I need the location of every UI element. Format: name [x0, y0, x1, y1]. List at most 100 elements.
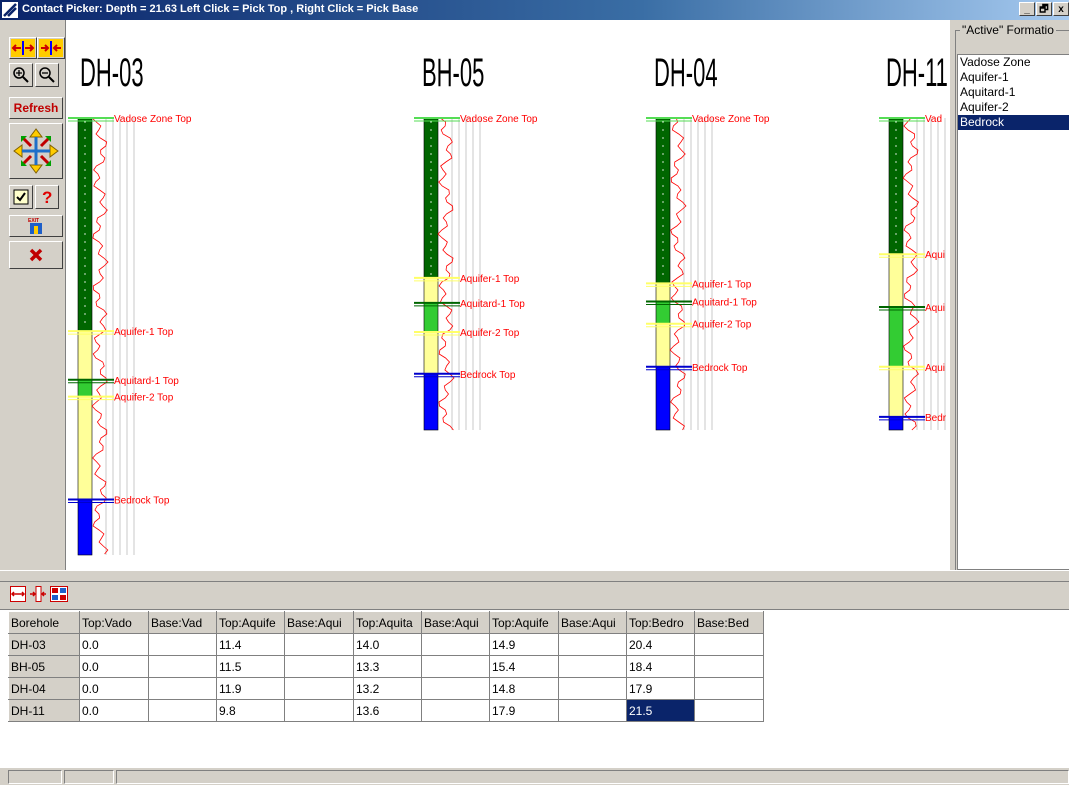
minimize-button[interactable]: _: [1019, 2, 1035, 16]
grid-cell[interactable]: 0.0: [79, 655, 149, 678]
pick-label[interactable]: Aquifer-2 Top: [460, 328, 520, 339]
grid-cell[interactable]: [694, 699, 764, 722]
exit-button[interactable]: EXIT: [9, 215, 63, 237]
pick-label[interactable]: Aqui: [925, 363, 945, 374]
pick-label[interactable]: Aquifer-2 Top: [692, 320, 752, 331]
cancel-button[interactable]: [9, 241, 63, 269]
grid-cell[interactable]: [694, 655, 764, 678]
grid-row-header[interactable]: BH-05: [8, 655, 80, 678]
insert-column-button[interactable]: [30, 586, 46, 602]
grid-cell[interactable]: [284, 699, 354, 722]
grid-cell[interactable]: 14.8: [489, 677, 559, 700]
grid-cell[interactable]: [558, 699, 627, 722]
formation-item-aquifer-1[interactable]: Aquifer-1: [958, 70, 1069, 85]
pick-label[interactable]: Aquitard-1 Top: [114, 376, 179, 387]
table-row[interactable]: DH-04 0.0 11.9 13.2 14.8 17.9: [8, 677, 764, 700]
contacts-table[interactable]: Borehole Top:Vado Base:Vad Top:Aquife Base:A…: [8, 611, 764, 722]
grid-cell[interactable]: 17.9: [626, 677, 695, 700]
compress-horizontal-button[interactable]: [37, 37, 65, 59]
pick-label[interactable]: Bedr: [925, 413, 947, 424]
grid-header-cell[interactable]: Base:Aqui: [421, 611, 490, 634]
grid-cell[interactable]: [284, 655, 354, 678]
restore-button[interactable]: 🗗: [1036, 2, 1052, 16]
grid-cell[interactable]: 11.9: [216, 677, 285, 700]
grid-header-cell[interactable]: Top:Aquita: [353, 611, 422, 634]
grid-cell[interactable]: 13.2: [353, 677, 422, 700]
table-row[interactable]: DH-11 0.0 9.8 13.6 17.9 21.5: [8, 699, 764, 722]
grid-cell[interactable]: [558, 633, 627, 656]
grid-header-cell[interactable]: Base:Vad: [148, 611, 217, 634]
grid-cell[interactable]: 0.0: [79, 633, 149, 656]
formation-item-aquifer-2[interactable]: Aquifer-2: [958, 100, 1069, 115]
table-row[interactable]: DH-03 0.0 11.4 14.0 14.9 20.4: [8, 633, 764, 656]
grid-cell[interactable]: [148, 655, 217, 678]
pick-label[interactable]: Vadose Zone Top: [114, 114, 192, 125]
grid-cell[interactable]: [421, 699, 490, 722]
grid-cell[interactable]: 17.9: [489, 699, 559, 722]
grid-cell[interactable]: [694, 633, 764, 656]
grid-cell[interactable]: [148, 699, 217, 722]
grid-header-cell[interactable]: Borehole: [8, 611, 80, 634]
formation-item-aquitard-1[interactable]: Aquitard-1: [958, 85, 1069, 100]
pick-label[interactable]: Aqui: [925, 250, 945, 261]
grid-cell[interactable]: [694, 677, 764, 700]
grid-header-cell[interactable]: Base:Aqui: [284, 611, 354, 634]
pick-label[interactable]: Aquifer-1 Top: [692, 279, 752, 290]
grid-cell[interactable]: [558, 655, 627, 678]
grid-cell[interactable]: [148, 633, 217, 656]
grid-cell[interactable]: [421, 633, 490, 656]
pick-label[interactable]: Aqui: [925, 303, 945, 314]
pick-label[interactable]: Bedrock Top: [692, 363, 748, 374]
grid-row-header[interactable]: DH-04: [8, 677, 80, 700]
pick-label[interactable]: Vad: [925, 114, 942, 125]
refresh-button[interactable]: Refresh: [9, 97, 63, 119]
grid-cell[interactable]: 14.0: [353, 633, 422, 656]
pick-label[interactable]: Aquifer-1 Top: [114, 327, 174, 338]
fit-columns-button[interactable]: [10, 586, 26, 602]
grid-cell[interactable]: [148, 677, 217, 700]
settings-check-button[interactable]: [9, 185, 33, 209]
grid-cell[interactable]: 11.5: [216, 655, 285, 678]
grid-cell[interactable]: 20.4: [626, 633, 695, 656]
pan-button[interactable]: [9, 123, 63, 179]
grid-cell[interactable]: [284, 677, 354, 700]
grid-header-cell[interactable]: Top:Bedro: [626, 611, 695, 634]
grid-cell[interactable]: [421, 655, 490, 678]
grid-cell[interactable]: 13.3: [353, 655, 422, 678]
formation-item-vadose-zone[interactable]: Vadose Zone: [958, 55, 1069, 70]
grid-layout-button[interactable]: [50, 586, 68, 602]
grid-cell[interactable]: 14.9: [489, 633, 559, 656]
pick-label[interactable]: Aquitard-1 Top: [460, 299, 525, 310]
close-button[interactable]: x: [1053, 2, 1069, 16]
help-button[interactable]: ?: [35, 185, 59, 209]
grid-header-cell[interactable]: Base:Aqui: [558, 611, 627, 634]
formation-item-bedrock[interactable]: Bedrock: [958, 115, 1069, 130]
borehole-logs[interactable]: DH-03 Vadose Zone Top Aquifer-1 Top Aquitar…: [66, 20, 950, 570]
grid-cell[interactable]: [421, 677, 490, 700]
zoom-in-button[interactable]: [9, 63, 33, 87]
pick-label[interactable]: Bedrock Top: [114, 495, 170, 506]
formation-list[interactable]: Vadose Zone Aquifer-1 Aquitard-1 Aquifer…: [957, 54, 1069, 570]
grid-header-cell[interactable]: Top:Vado: [79, 611, 149, 634]
grid-cell[interactable]: 13.6: [353, 699, 422, 722]
pick-label[interactable]: Vadose Zone Top: [460, 114, 538, 125]
grid-header-cell[interactable]: Base:Bed: [694, 611, 764, 634]
grid-cell[interactable]: 15.4: [489, 655, 559, 678]
grid-cell[interactable]: 9.8: [216, 699, 285, 722]
grid-row-header[interactable]: DH-03: [8, 633, 80, 656]
expand-horizontal-button[interactable]: [9, 37, 37, 59]
grid-row-header[interactable]: DH-11: [8, 699, 80, 722]
grid-cell[interactable]: 0.0: [79, 677, 149, 700]
pick-label[interactable]: Vadose Zone Top: [692, 114, 770, 125]
grid-cell[interactable]: 11.4: [216, 633, 285, 656]
grid-cell[interactable]: 21.5: [626, 699, 695, 722]
zoom-out-button[interactable]: [35, 63, 59, 87]
grid-cell[interactable]: [558, 677, 627, 700]
grid-cell[interactable]: [284, 633, 354, 656]
borehole-canvas[interactable]: DH-03 Vadose Zone Top Aquifer-1 Top Aquitar…: [66, 20, 950, 570]
grid-header-cell[interactable]: Top:Aquife: [216, 611, 285, 634]
grid-header-cell[interactable]: Top:Aquife: [489, 611, 559, 634]
grid-cell[interactable]: 0.0: [79, 699, 149, 722]
panel-splitter[interactable]: [0, 570, 1069, 582]
grid-cell[interactable]: 18.4: [626, 655, 695, 678]
